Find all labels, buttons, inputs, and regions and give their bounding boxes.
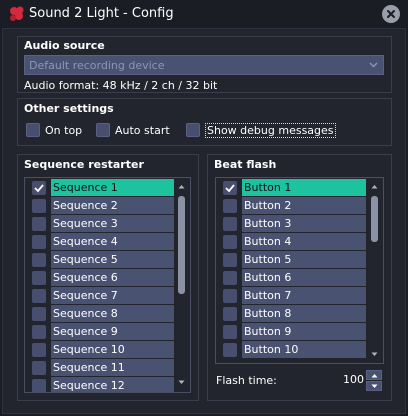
button-1-checkbox[interactable] bbox=[223, 181, 237, 195]
button-6-label[interactable]: Button 6 bbox=[242, 269, 366, 286]
sequence-2-checkbox[interactable] bbox=[32, 199, 46, 213]
on-top-label: On top bbox=[45, 124, 83, 137]
sequence-2-label[interactable]: Sequence 2 bbox=[51, 197, 174, 214]
button-8-checkbox[interactable] bbox=[223, 307, 237, 321]
scroll-down-button[interactable] bbox=[368, 349, 381, 361]
beat-flash-list-scrollbar[interactable] bbox=[368, 179, 381, 362]
sequence-11-checkbox[interactable] bbox=[32, 361, 46, 375]
auto-start-checkbox[interactable]: Auto start bbox=[96, 123, 176, 139]
flash-time-label: Flash time: bbox=[216, 374, 277, 387]
button-6-checkbox[interactable] bbox=[223, 271, 237, 285]
button-9-checkbox[interactable] bbox=[223, 325, 237, 339]
button-10-label[interactable]: Button 10 bbox=[242, 341, 366, 358]
button-9-label[interactable]: Button 9 bbox=[242, 323, 366, 340]
app-logo-icon bbox=[8, 5, 26, 23]
sequence-10-label[interactable]: Sequence 10 bbox=[51, 341, 174, 358]
auto-start-label: Auto start bbox=[115, 124, 170, 137]
button-1-label[interactable]: Button 1 bbox=[242, 179, 366, 196]
button-5-label[interactable]: Button 5 bbox=[242, 251, 366, 268]
chevron-down-icon bbox=[371, 352, 378, 356]
sequence-5-checkbox[interactable] bbox=[32, 253, 46, 267]
scroll-up-button[interactable] bbox=[175, 181, 188, 193]
button-3-label[interactable]: Button 3 bbox=[242, 215, 366, 232]
sequence-11-label[interactable]: Sequence 11 bbox=[51, 359, 174, 376]
sequence-6-label[interactable]: Sequence 6 bbox=[51, 269, 174, 286]
show-debug-checkbox[interactable]: Show debug messages bbox=[186, 123, 336, 139]
chevron-up-icon bbox=[178, 185, 185, 189]
button-7-label[interactable]: Button 7 bbox=[242, 287, 366, 304]
chevron-down-icon bbox=[371, 384, 378, 388]
sequence-5-label[interactable]: Sequence 5 bbox=[51, 251, 174, 268]
title-bar[interactable]: Sound 2 Light - Config bbox=[0, 0, 408, 28]
checkmark-icon bbox=[34, 184, 44, 193]
audio-device-select[interactable]: Default recording device bbox=[24, 55, 384, 75]
close-icon bbox=[387, 10, 395, 18]
sequence-9-checkbox[interactable] bbox=[32, 325, 46, 339]
chevron-up-icon bbox=[371, 185, 378, 189]
sequence-7-label[interactable]: Sequence 7 bbox=[51, 287, 174, 304]
auto-start-box[interactable] bbox=[96, 123, 110, 137]
window-title: Sound 2 Light - Config bbox=[29, 6, 174, 21]
checkmark-icon bbox=[225, 184, 235, 193]
audio-format-text: Audio format: 48 kHz / 2 ch / 32 bit bbox=[24, 79, 218, 92]
show-debug-label: Show debug messages bbox=[205, 123, 336, 138]
sequence-8-label[interactable]: Sequence 8 bbox=[51, 305, 174, 322]
scroll-thumb[interactable] bbox=[371, 196, 378, 242]
chevron-up-icon bbox=[371, 374, 378, 378]
on-top-box[interactable] bbox=[26, 123, 40, 137]
sequence-12-checkbox[interactable] bbox=[32, 379, 46, 392]
sequence-3-checkbox[interactable] bbox=[32, 217, 46, 231]
flash-time-input[interactable]: 100 bbox=[318, 373, 364, 389]
beat-flash-list[interactable]: Button 1 Button 2 Button 3 Button 4 Butt… bbox=[215, 177, 384, 364]
sequence-4-label[interactable]: Sequence 4 bbox=[51, 233, 174, 250]
button-7-checkbox[interactable] bbox=[223, 289, 237, 303]
sequence-10-checkbox[interactable] bbox=[32, 343, 46, 357]
button-8-label[interactable]: Button 8 bbox=[242, 305, 366, 322]
beat-flash-title: Beat flash bbox=[214, 158, 277, 171]
scroll-thumb[interactable] bbox=[178, 196, 185, 294]
show-debug-box[interactable] bbox=[186, 123, 200, 137]
sequence-8-checkbox[interactable] bbox=[32, 307, 46, 321]
sequence-9-label[interactable]: Sequence 9 bbox=[51, 323, 174, 340]
sequence-6-checkbox[interactable] bbox=[32, 271, 46, 285]
on-top-checkbox[interactable]: On top bbox=[26, 123, 96, 139]
chevron-down-icon bbox=[369, 62, 378, 68]
button-4-label[interactable]: Button 4 bbox=[242, 233, 366, 250]
audio-source-title: Audio source bbox=[24, 39, 105, 52]
button-2-checkbox[interactable] bbox=[223, 199, 237, 213]
chevron-down-icon bbox=[178, 380, 185, 384]
sequence-7-checkbox[interactable] bbox=[32, 289, 46, 303]
sequence-1-checkbox[interactable] bbox=[32, 181, 46, 195]
sequence-1-label[interactable]: Sequence 1 bbox=[51, 179, 174, 196]
sequence-3-label[interactable]: Sequence 3 bbox=[51, 215, 174, 232]
flash-time-decrement-button[interactable] bbox=[366, 381, 382, 391]
sequence-list-scrollbar[interactable] bbox=[175, 179, 188, 391]
sequence-restarter-title: Sequence restarter bbox=[24, 158, 144, 171]
flash-time-increment-button[interactable] bbox=[366, 370, 382, 380]
button-3-checkbox[interactable] bbox=[223, 217, 237, 231]
close-button[interactable] bbox=[382, 5, 400, 23]
sequence-list[interactable]: Sequence 1 Sequence 2 Sequence 3 Sequenc… bbox=[24, 177, 191, 393]
sequence-12-label[interactable]: Sequence 12 bbox=[51, 377, 174, 392]
sequence-4-checkbox[interactable] bbox=[32, 235, 46, 249]
button-5-checkbox[interactable] bbox=[223, 253, 237, 267]
scroll-down-button[interactable] bbox=[175, 377, 188, 389]
button-2-label[interactable]: Button 2 bbox=[242, 197, 366, 214]
other-settings-title: Other settings bbox=[24, 102, 114, 115]
scroll-up-button[interactable] bbox=[368, 181, 381, 193]
button-10-checkbox[interactable] bbox=[223, 343, 237, 357]
audio-device-placeholder: Default recording device bbox=[29, 59, 165, 72]
button-4-checkbox[interactable] bbox=[223, 235, 237, 249]
